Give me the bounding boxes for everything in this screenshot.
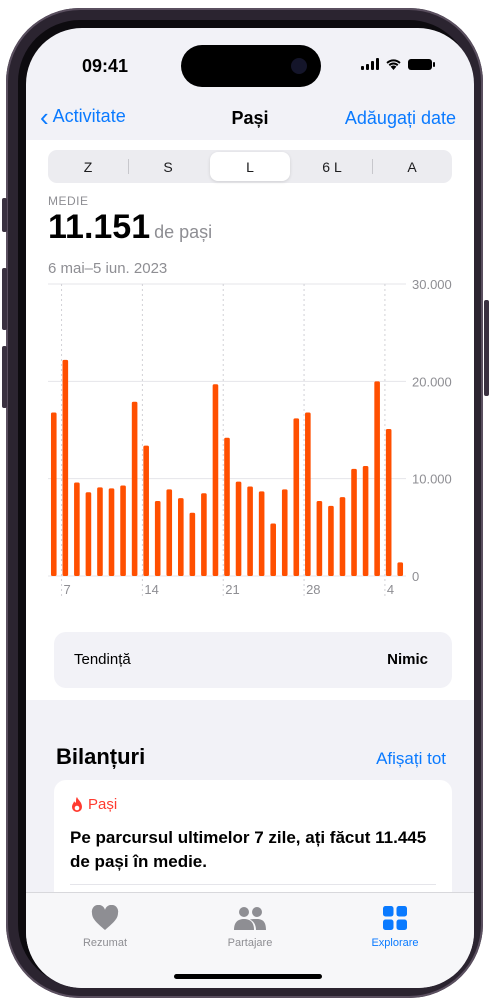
add-data-button[interactable]: Adăugați date <box>345 108 456 129</box>
average-value: 11.151 <box>48 208 151 246</box>
chart-bar[interactable] <box>351 468 357 576</box>
volume-down-button <box>2 346 7 408</box>
segment-month[interactable]: L <box>210 152 290 181</box>
x-tick-label: 4 <box>387 582 394 597</box>
highlight-category: Pași <box>70 796 117 813</box>
y-tick-label: 20.000 <box>412 374 452 389</box>
tab-summary[interactable]: Rezumat <box>50 903 160 949</box>
chart-bar[interactable] <box>374 381 380 576</box>
chart-bar[interactable] <box>50 412 57 576</box>
chart-bar[interactable] <box>154 501 161 576</box>
tab-sharing[interactable]: Partajare <box>195 903 305 949</box>
status-icons <box>361 58 435 70</box>
heart-icon <box>91 905 119 930</box>
chart-bar[interactable] <box>131 401 138 576</box>
highlight-divider <box>70 884 436 885</box>
action-button <box>2 198 7 232</box>
camera-icon <box>291 58 307 74</box>
trend-row[interactable]: Tendință Nimic <box>54 632 452 688</box>
chart-bar[interactable] <box>235 481 242 576</box>
steps-bar-chart[interactable]: 30.000 20.000 10.000 0 7 14 21 28 4 <box>26 280 474 610</box>
flame-icon <box>72 796 82 812</box>
power-button <box>484 300 489 396</box>
chart-bar[interactable] <box>97 487 103 576</box>
chart-bar[interactable] <box>212 384 219 576</box>
chart-bar[interactable] <box>281 489 288 576</box>
chart-bar[interactable] <box>270 523 276 576</box>
grid-icon <box>383 906 407 930</box>
chart-bar[interactable] <box>385 429 392 576</box>
chart-bar[interactable] <box>362 466 369 576</box>
chart-bar[interactable] <box>189 512 196 576</box>
highlights-title: Bilanțuri <box>56 744 146 769</box>
dynamic-island <box>181 45 321 87</box>
chart-bar[interactable] <box>339 497 346 576</box>
tab-sharing-label: Partajare <box>227 937 273 949</box>
segment-six-months[interactable]: 6 L <box>292 150 372 183</box>
steps-chart-card: Z S L 6 L A MEDIE 11.151 de pași 6 mai–5 … <box>26 140 474 700</box>
chart-bar[interactable] <box>258 491 265 576</box>
trend-value: Nimic <box>387 651 428 668</box>
tab-summary-label: Rezumat <box>82 937 128 949</box>
home-indicator <box>174 974 322 979</box>
status-time: 09:41 <box>82 56 129 76</box>
highlight-category-label: Pași <box>88 796 118 813</box>
chart-bar[interactable] <box>397 562 404 576</box>
chart-bar[interactable] <box>74 482 80 576</box>
chart-bar[interactable] <box>120 485 126 576</box>
tab-bar: Rezumat Partajare Explorare <box>26 892 474 988</box>
chart-bar[interactable] <box>178 498 184 576</box>
y-tick-label: 0 <box>412 569 419 584</box>
chart-bar[interactable] <box>166 489 173 576</box>
y-tick-label: 30.000 <box>412 280 452 292</box>
volume-up-button <box>2 268 7 330</box>
segment-year[interactable]: A <box>372 150 452 183</box>
x-tick-label: 21 <box>225 582 239 597</box>
cellular-signal-icon <box>361 58 379 70</box>
chart-bar[interactable] <box>305 412 311 576</box>
average-unit: de pași <box>154 222 213 242</box>
people-icon <box>234 907 266 930</box>
average-label: MEDIE <box>48 194 89 208</box>
segment-day[interactable]: Z <box>48 150 128 183</box>
chart-bar[interactable] <box>247 486 253 576</box>
trend-label: Tendință <box>74 651 131 668</box>
chart-bar[interactable] <box>316 501 323 576</box>
date-range: 6 mai–5 iun. 2023 <box>48 260 168 277</box>
y-tick-label: 10.000 <box>412 472 452 487</box>
show-all-link[interactable]: Afișați tot <box>376 749 446 769</box>
average-value-block: 11.151 de pași <box>48 208 212 247</box>
x-tick-label: 14 <box>144 582 158 597</box>
navigation-bar: ‹ Activitate Pași Adăugați date <box>26 104 474 140</box>
screen: 09:41 ‹ Activitate Pași Adăugați date Z … <box>26 28 474 988</box>
time-range-segmented-control: Z S L 6 L A <box>48 150 452 183</box>
chart-bar[interactable] <box>143 445 149 576</box>
chart-bar[interactable] <box>328 505 334 576</box>
tab-browse-label: Explorare <box>371 937 419 949</box>
wifi-icon <box>386 59 401 70</box>
chart-bar[interactable] <box>201 493 207 576</box>
highlight-text: Pe parcursul ultimelor 7 zile, ați făcut… <box>70 828 427 871</box>
x-tick-label: 7 <box>64 582 71 597</box>
chart-bar[interactable] <box>224 437 230 576</box>
chart-bar[interactable] <box>108 488 115 576</box>
tab-browse[interactable]: Explorare <box>340 903 450 949</box>
chart-bar[interactable] <box>85 492 92 576</box>
chart-bar[interactable] <box>62 359 69 576</box>
battery-icon <box>408 58 435 70</box>
x-tick-label: 28 <box>306 582 320 597</box>
segment-week[interactable]: S <box>128 150 208 183</box>
chart-bar[interactable] <box>293 418 300 576</box>
